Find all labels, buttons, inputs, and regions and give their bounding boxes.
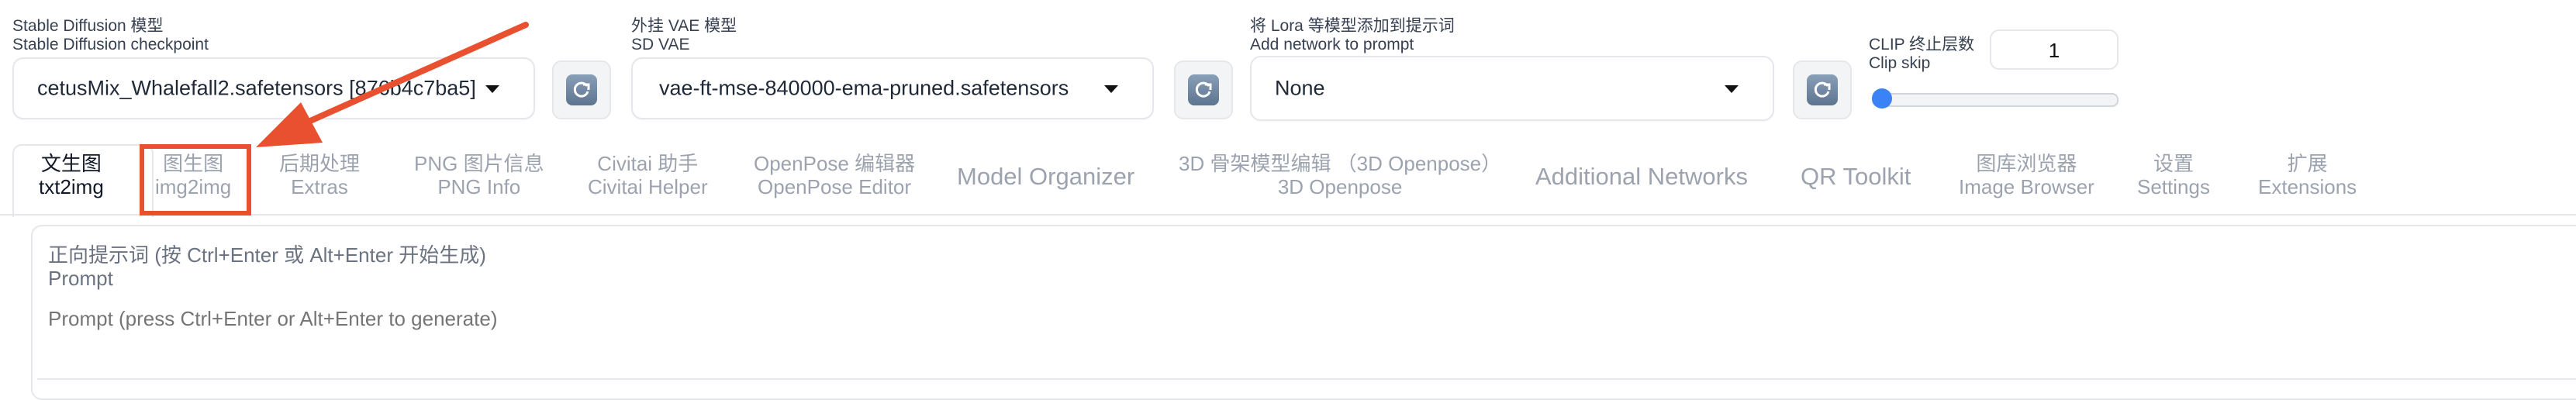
tab-txt2img-en: txt2img bbox=[39, 175, 104, 198]
tab-settings[interactable]: 设置 Settings bbox=[2137, 152, 2210, 198]
tab-qr-toolkit[interactable]: QR Toolkit bbox=[1801, 152, 1911, 202]
tab-model-organizer[interactable]: Model Organizer bbox=[957, 152, 1134, 202]
vae-select[interactable]: vae-ft-mse-840000-ema-pruned.safetensors bbox=[631, 57, 1154, 119]
tab-civitai-helper-en: Civitai Helper bbox=[588, 175, 708, 198]
tab-txt2img[interactable]: 文生图 txt2img bbox=[39, 152, 104, 198]
clip-skip-slider[interactable] bbox=[1872, 93, 2118, 107]
clip-skip-value: 1 bbox=[2048, 39, 2060, 62]
tab-extensions-cn: 扩展 bbox=[2287, 152, 2328, 175]
tab-model-organizer-label: Model Organizer bbox=[957, 163, 1135, 190]
checkpoint-value: cetusMix_Whalefall2.safetensors [876b4c7… bbox=[37, 76, 476, 100]
tab-openpose-editor-en: OpenPose Editor bbox=[758, 175, 912, 198]
tab-civitai-helper-cn: Civitai 助手 bbox=[597, 152, 699, 175]
tab-3d-openpose-en: 3D Openpose bbox=[1277, 175, 1403, 198]
tab-settings-en: Settings bbox=[2137, 175, 2210, 198]
checkpoint-refresh-button[interactable] bbox=[552, 60, 611, 119]
prompt-label-cn: 正向提示词 (按 Ctrl+Enter 或 Alt+Enter 开始生成) bbox=[48, 243, 486, 267]
tab-bar-border bbox=[150, 214, 2576, 216]
checkpoint-label-en: Stable Diffusion checkpoint bbox=[12, 36, 209, 53]
clip-skip-slider-thumb[interactable] bbox=[1872, 88, 1892, 109]
tab-png-info-cn: PNG 图片信息 bbox=[414, 152, 544, 175]
tab-image-browser-en: Image Browser bbox=[1959, 175, 2094, 198]
chevron-down-icon bbox=[1725, 85, 1739, 93]
lora-value: None bbox=[1275, 76, 1325, 100]
vae-label-cn: 外挂 VAE 模型 bbox=[631, 17, 737, 35]
checkpoint-select[interactable]: cetusMix_Whalefall2.safetensors [876b4c7… bbox=[12, 57, 535, 119]
tab-additional-networks-label: Additional Networks bbox=[1535, 163, 1748, 190]
tab-png-info[interactable]: PNG 图片信息 PNG Info bbox=[414, 152, 544, 198]
tab-png-info-en: PNG Info bbox=[437, 175, 521, 198]
panel-divider bbox=[37, 378, 2576, 380]
refresh-icon bbox=[1188, 74, 1219, 105]
tab-image-browser-cn: 图库浏览器 bbox=[1976, 152, 2077, 175]
lora-refresh-button[interactable] bbox=[1793, 60, 1852, 119]
lora-label-en: Add network to prompt bbox=[1250, 36, 1414, 53]
prompt-textarea[interactable] bbox=[40, 299, 2576, 361]
tab-3d-openpose-cn: 3D 骨架模型编辑 （3D Openpose） bbox=[1179, 152, 1502, 175]
clip-label-en: Clip skip bbox=[1869, 54, 1931, 72]
clip-label-cn: CLIP 终止层数 bbox=[1869, 36, 1975, 53]
clip-skip-input[interactable]: 1 bbox=[1990, 29, 2118, 70]
vae-label-en: SD VAE bbox=[631, 36, 690, 53]
refresh-icon bbox=[566, 74, 597, 105]
tab-openpose-editor-cn: OpenPose 编辑器 bbox=[754, 152, 916, 175]
tab-3d-openpose[interactable]: 3D 骨架模型编辑 （3D Openpose） 3D Openpose bbox=[1179, 152, 1501, 198]
tab-extras-cn: 后期处理 bbox=[279, 152, 361, 175]
tab-civitai-helper[interactable]: Civitai 助手 Civitai Helper bbox=[588, 152, 708, 198]
tab-extensions[interactable]: 扩展 Extensions bbox=[2258, 152, 2357, 198]
checkpoint-label-cn: Stable Diffusion 模型 bbox=[12, 17, 164, 35]
lora-select[interactable]: None bbox=[1250, 56, 1774, 121]
lora-label-cn: 将 Lora 等模型添加到提示词 bbox=[1250, 17, 1455, 35]
refresh-icon bbox=[1807, 74, 1838, 105]
chevron-down-icon bbox=[1104, 85, 1118, 93]
tab-additional-networks[interactable]: Additional Networks bbox=[1535, 152, 1748, 202]
tab-txt2img-cn: 文生图 bbox=[40, 152, 102, 175]
vae-refresh-button[interactable] bbox=[1174, 60, 1233, 119]
prompt-label-en: Prompt bbox=[48, 267, 113, 290]
tab-settings-cn: 设置 bbox=[2153, 152, 2194, 175]
tab-extras-en: Extras bbox=[291, 175, 348, 198]
tab-image-browser[interactable]: 图库浏览器 Image Browser bbox=[1959, 152, 2094, 198]
chevron-down-icon bbox=[485, 85, 499, 93]
vae-value: vae-ft-mse-840000-ema-pruned.safetensors bbox=[659, 76, 1069, 100]
tab-extensions-en: Extensions bbox=[2258, 175, 2357, 198]
tab-extras[interactable]: 后期处理 Extras bbox=[279, 152, 360, 198]
annotation-highlight-box bbox=[140, 144, 251, 216]
tab-openpose-editor[interactable]: OpenPose 编辑器 OpenPose Editor bbox=[754, 152, 915, 198]
tab-qr-toolkit-label: QR Toolkit bbox=[1801, 163, 1911, 190]
